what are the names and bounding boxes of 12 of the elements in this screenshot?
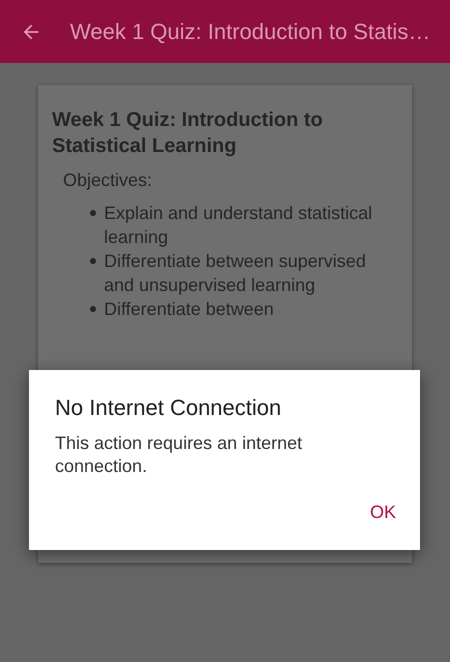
bullet-icon: [90, 210, 96, 216]
dialog-message: This action requires an internet connection.: [55, 432, 304, 478]
ok-button[interactable]: OK: [360, 495, 406, 530]
bullet-icon: [90, 258, 96, 264]
dialog-title: No Internet Connection: [55, 394, 282, 422]
bullet-icon: [90, 306, 96, 312]
card-title: Week 1 Quiz: Introduction to Statistical Learning: [52, 108, 324, 159]
objective-text: Differentiate between: [104, 298, 274, 321]
app-bar-title: Week 1 Quiz: Introduction to Statis…: [70, 18, 430, 46]
objective-text: Explain and understand statistical learning: [104, 202, 374, 249]
objective-text: Differentiate between supervised and unsupervised learning: [104, 250, 367, 297]
section-heading: Objectives:: [63, 169, 154, 192]
